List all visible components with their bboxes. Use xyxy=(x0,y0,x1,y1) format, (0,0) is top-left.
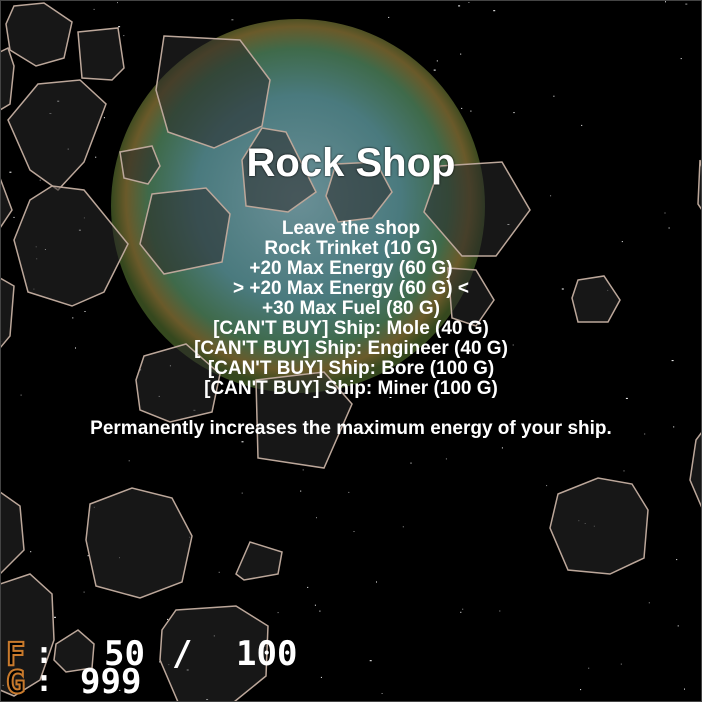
star xyxy=(218,571,220,573)
star xyxy=(620,663,622,665)
star xyxy=(664,212,666,214)
star xyxy=(499,610,501,612)
star xyxy=(546,485,548,487)
star xyxy=(588,667,590,669)
star xyxy=(461,107,463,109)
star xyxy=(460,611,462,613)
star xyxy=(677,625,679,627)
star xyxy=(468,2,470,3)
menu-item-ship-engineer[interactable]: [CAN'T BUY] Ship: Engineer (40 G) xyxy=(0,339,702,359)
shop-menu: Leave the shop Rock Trinket (10 G) +20 M… xyxy=(0,219,702,399)
star xyxy=(277,612,279,614)
star xyxy=(241,441,244,443)
star xyxy=(314,604,316,606)
menu-item-leave-shop[interactable]: Leave the shop xyxy=(0,219,702,239)
menu-item-max-energy-selected[interactable]: > +20 Max Energy (60 G) < xyxy=(0,279,702,299)
star xyxy=(123,35,125,37)
star xyxy=(128,460,130,462)
asteroid xyxy=(159,605,269,702)
star xyxy=(433,69,436,71)
star xyxy=(353,531,355,532)
star xyxy=(550,195,552,197)
shop-title: Rock Shop xyxy=(246,141,456,185)
star xyxy=(93,8,95,10)
star xyxy=(118,26,121,28)
star xyxy=(665,1,666,3)
star xyxy=(470,110,472,112)
star xyxy=(103,117,105,119)
star xyxy=(623,470,625,472)
star xyxy=(581,124,583,126)
star xyxy=(167,618,169,620)
star xyxy=(316,517,317,519)
star xyxy=(376,581,377,583)
star xyxy=(369,660,372,662)
menu-item-rock-trinket[interactable]: Rock Trinket (10 G) xyxy=(0,239,702,259)
star xyxy=(13,216,15,218)
star xyxy=(30,551,32,553)
star xyxy=(458,5,461,7)
star xyxy=(501,447,503,449)
star xyxy=(460,53,462,55)
star xyxy=(513,112,515,114)
star xyxy=(676,559,678,561)
star xyxy=(680,58,682,60)
star xyxy=(685,3,688,5)
menu-item-ship-bore[interactable]: [CAN'T BUY] Ship: Bore (100 G) xyxy=(0,359,702,379)
star xyxy=(388,16,390,18)
star xyxy=(231,19,234,21)
menu-item-max-energy[interactable]: +20 Max Energy (60 G) xyxy=(0,259,702,279)
star xyxy=(684,688,685,690)
star xyxy=(307,586,309,588)
star xyxy=(54,616,56,618)
star xyxy=(553,95,555,97)
item-description: Permanently increases the maximum energy… xyxy=(90,418,612,439)
star xyxy=(410,462,412,464)
star xyxy=(117,2,118,4)
star xyxy=(402,526,404,528)
star xyxy=(241,492,243,494)
star xyxy=(462,608,464,610)
star xyxy=(648,602,650,604)
asteroid xyxy=(549,477,649,575)
star xyxy=(302,469,304,471)
star xyxy=(119,689,121,691)
asteroid xyxy=(77,27,125,81)
star xyxy=(436,60,438,62)
star xyxy=(87,555,89,557)
star xyxy=(348,491,350,493)
star xyxy=(300,490,302,492)
star xyxy=(381,693,383,694)
menu-item-ship-miner[interactable]: [CAN'T BUY] Ship: Miner (100 G) xyxy=(0,379,702,399)
asteroid xyxy=(85,487,193,599)
star xyxy=(319,610,321,612)
menu-item-ship-mole[interactable]: [CAN'T BUY] Ship: Mole (40 G) xyxy=(0,319,702,339)
star xyxy=(580,689,582,691)
star xyxy=(83,591,85,593)
menu-item-max-fuel[interactable]: +30 Max Fuel (80 G) xyxy=(0,299,702,319)
star xyxy=(445,458,447,460)
star xyxy=(493,10,496,12)
game-screen: Rock Shop Leave the shop Rock Trinket (1… xyxy=(0,0,702,702)
star xyxy=(320,676,322,678)
